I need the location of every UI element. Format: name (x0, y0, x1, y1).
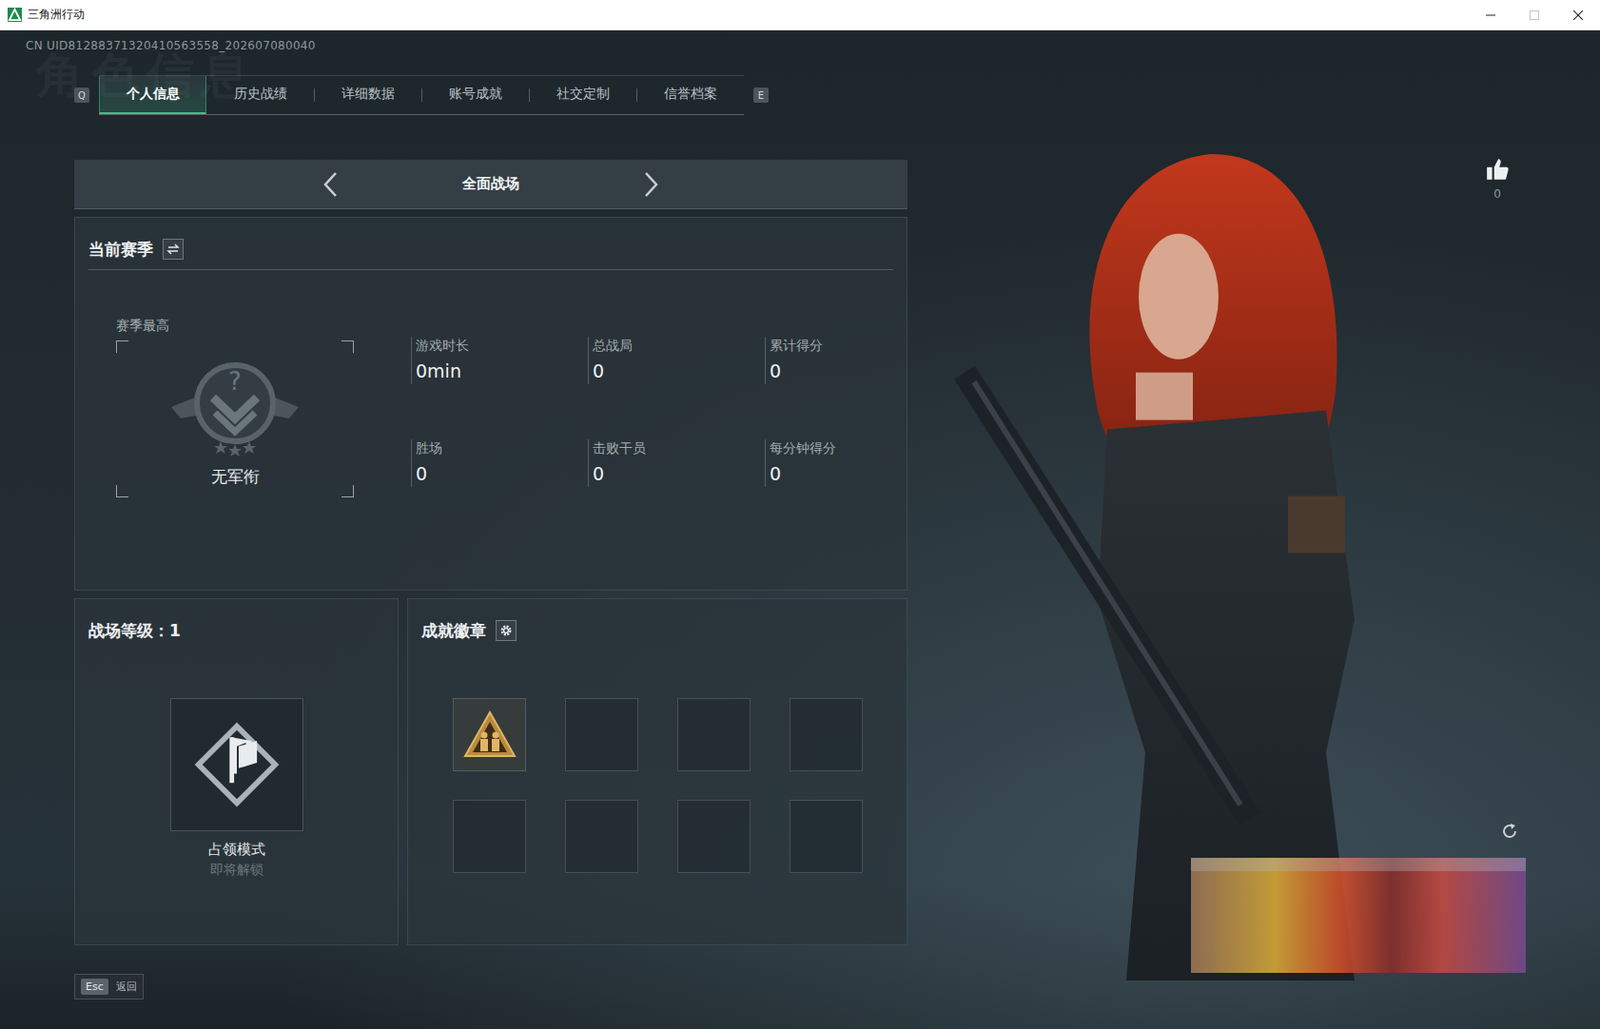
svg-text:?: ? (228, 367, 242, 396)
stat-value: 0 (769, 460, 942, 488)
mode-selector: 全面战场 (74, 159, 908, 210)
season-body: 赛季最高?无军衔游戏时长0min总战局0累计得分0胜场0击败干员0每分钟得分0 (88, 270, 894, 498)
rank-box: ? 无军衔 (116, 340, 354, 498)
close-icon (1573, 10, 1583, 20)
chevron-right-icon[interactable] (641, 170, 661, 199)
footer-bar: Esc 返回 (74, 974, 144, 1000)
stat-label: 击败干员 (592, 439, 765, 457)
chevron-left-icon[interactable] (321, 170, 341, 199)
tab-bar: Q 个人信息历史战绩详细数据账号成就社交定制信誉档案 E (74, 75, 908, 116)
stat-item: 累计得分 0 (764, 336, 942, 385)
stat-item: 每分钟得分 0 (764, 439, 942, 488)
rank-emblem-icon: ? (163, 350, 307, 465)
back-label[interactable]: 返回 (116, 979, 137, 995)
swap-button[interactable] (162, 238, 184, 260)
season-header: 当前赛季 (88, 234, 894, 271)
stat-item: 游戏时长 0min (410, 336, 588, 385)
maximize-button[interactable] (1512, 0, 1557, 30)
stat-value: 0 (415, 460, 588, 488)
badge-slot[interactable] (677, 698, 751, 772)
season-title: 当前赛季 (88, 238, 154, 261)
badge-slot[interactable] (789, 698, 863, 772)
level-body: 占领模式即将解锁 (88, 650, 385, 879)
next-tab-key[interactable]: E (753, 87, 769, 103)
tab[interactable]: 账号成就 (421, 76, 529, 115)
stats-grid: 游戏时长0min总战局0累计得分0胜场0击败干员0每分钟得分0 (410, 336, 942, 488)
badge-triangle-icon (461, 706, 519, 764)
badge-slot[interactable] (452, 698, 527, 772)
bottom-row: 战场等级：1 占领模式即将解锁 成就徽章 (74, 598, 908, 946)
close-button[interactable] (1556, 0, 1600, 30)
badge-slot[interactable] (565, 800, 639, 874)
badge-slot[interactable] (565, 698, 639, 772)
tab[interactable]: 社交定制 (528, 76, 637, 115)
stat-value: 0 (769, 357, 942, 385)
season-panel: 当前赛季赛季最高?无军衔游戏时长0min总战局0累计得分0胜场0击败干员0每分钟… (74, 216, 908, 591)
stat-item: 击败干员 0 (587, 439, 765, 488)
badge-slot[interactable] (677, 800, 751, 874)
badges-panel: 成就徽章 (407, 598, 908, 946)
refresh-icon[interactable] (1500, 821, 1520, 841)
badges-header: 成就徽章 (421, 616, 894, 651)
rank-name: 无军衔 (211, 466, 260, 488)
tab[interactable]: 个人信息 (98, 76, 207, 115)
character-stage: 0 (907, 30, 1600, 1029)
window-title: 三角洲行动 (27, 6, 85, 23)
flag-diamond-icon (191, 719, 283, 811)
rank-block: 赛季最高? 无军衔 (116, 317, 354, 498)
stat-label: 总战局 (592, 336, 765, 354)
level-header: 战场等级：1 (88, 616, 385, 651)
stat-label: 游戏时长 (415, 336, 588, 354)
app-logo-icon (7, 7, 22, 22)
window-controls (1468, 0, 1600, 30)
tab[interactable]: 详细数据 (313, 76, 422, 115)
like-count: 0 (1493, 187, 1502, 201)
tab-list: 个人信息历史战绩详细数据账号成就社交定制信誉档案 (98, 75, 744, 116)
swap-icon (166, 242, 180, 256)
stat-value: 0min (415, 357, 588, 385)
title-bar: 三角洲行动 (0, 0, 1600, 31)
prev-tab-key[interactable]: Q (74, 87, 90, 103)
stat-value: 0 (592, 357, 765, 385)
mode-status: 即将解锁 (210, 861, 264, 879)
stat-item: 总战局 0 (587, 336, 765, 385)
minimize-button[interactable] (1468, 0, 1513, 30)
badge-slot[interactable] (789, 800, 863, 874)
mode-name: 占领模式 (208, 840, 266, 859)
level-title: 战场等级：1 (88, 620, 181, 643)
stat-label: 胜场 (415, 439, 588, 457)
tab[interactable]: 信誉档案 (636, 76, 744, 115)
minimize-icon (1485, 10, 1496, 20)
stat-label: 每分钟得分 (769, 439, 942, 457)
badges-title: 成就徽章 (421, 620, 487, 643)
tab[interactable]: 历史战绩 (206, 76, 314, 115)
maximize-icon (1529, 10, 1540, 20)
stat-label: 累计得分 (769, 336, 942, 354)
esc-key[interactable]: Esc (80, 978, 109, 996)
player-uid: CN UID81288371320410563558_202607080040 (0, 38, 908, 54)
stat-value: 0 (592, 460, 765, 488)
level-panel: 战场等级：1 占领模式即将解锁 (74, 598, 399, 946)
rank-label: 赛季最高 (116, 317, 354, 341)
stat-item: 胜场 0 (410, 439, 588, 488)
like-counter[interactable]: 0 (1482, 156, 1513, 201)
gear-icon (499, 624, 513, 638)
mode-label: 全面战场 (452, 175, 529, 194)
badge-settings-button[interactable] (495, 620, 517, 642)
thumbs-up-icon (1484, 156, 1510, 182)
profile-column: CN UID81288371320410563558_202607080040 Q… (0, 30, 908, 1029)
badge-grid (421, 650, 894, 874)
game-window: 三角洲行动角色信息CN UID81288371320410563558_2026… (0, 0, 1600, 1029)
game-screen: 角色信息CN UID81288371320410563558_202607080… (0, 30, 1600, 1029)
mode-tile[interactable] (170, 698, 304, 832)
badge-slot[interactable] (452, 800, 527, 874)
blurred-card (1190, 858, 1526, 974)
